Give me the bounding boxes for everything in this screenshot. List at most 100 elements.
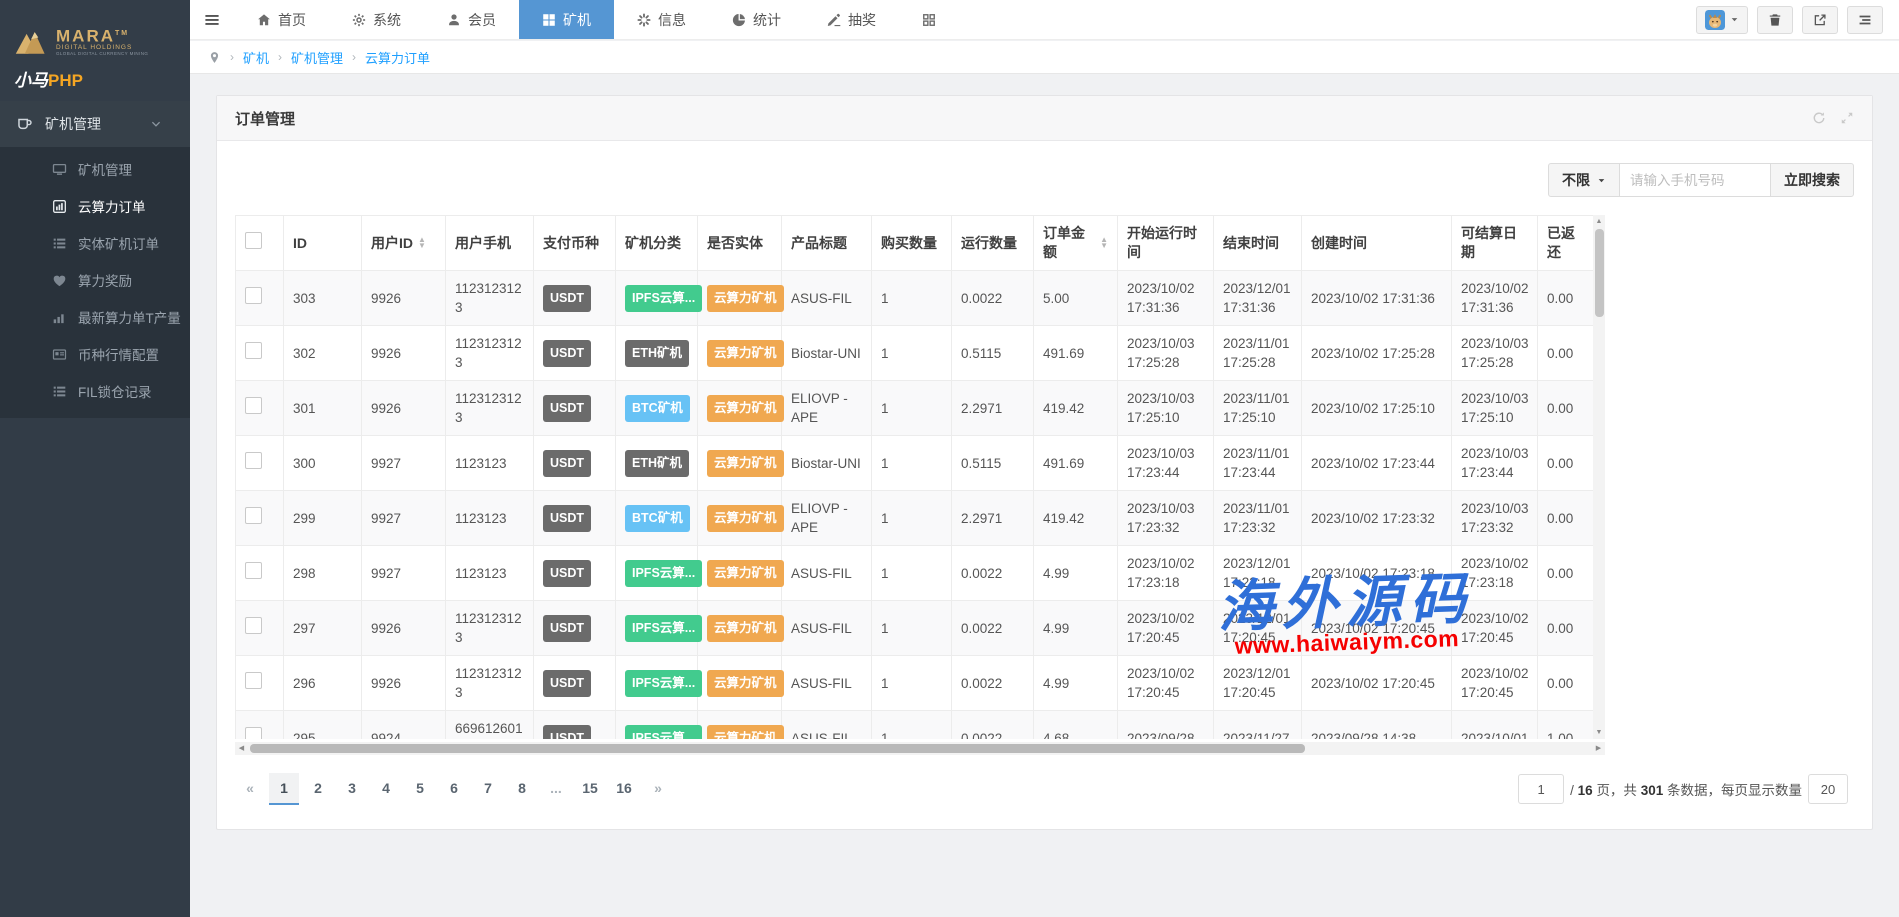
phone-search-input[interactable] — [1619, 163, 1771, 197]
cell-start: 2023/09/28 — [1118, 711, 1214, 740]
log-button[interactable] — [1847, 6, 1883, 34]
total-pages: 16 — [1578, 783, 1593, 798]
row-checkbox[interactable] — [245, 397, 262, 414]
cell-amount: 419.42 — [1034, 381, 1118, 436]
page-button[interactable]: 3 — [337, 773, 367, 805]
scroll-left-arrow[interactable]: ◀ — [235, 742, 248, 755]
category-badge: BTC矿机 — [625, 395, 690, 422]
sidebar: MARATM DIGITAL HOLDINGS GLOBAL DIGITAL C… — [0, 0, 190, 917]
column-label: 用户手机 — [455, 234, 511, 253]
avatar-menu[interactable] — [1696, 6, 1748, 34]
sidebar-submenu: 矿机管理云算力订单实体矿机订单算力奖励最新算力单T产量币种行情配置FIL锁仓记录 — [0, 147, 190, 418]
page-button[interactable]: 1 — [269, 773, 299, 805]
nav-tab-label: 系统 — [373, 10, 401, 30]
cell-settle: 2023/10/02 17:31:36 — [1452, 271, 1538, 326]
scroll-right-arrow[interactable]: ▶ — [1592, 742, 1605, 755]
scroll-down-arrow[interactable]: ▼ — [1593, 726, 1605, 739]
sidebar-item-hash-reward[interactable]: 算力奖励 — [0, 262, 190, 299]
scroll-up-arrow[interactable]: ▲ — [1593, 215, 1605, 228]
cell-phone: 1123123123 — [446, 381, 534, 436]
page-button[interactable]: 5 — [405, 773, 435, 805]
search-button[interactable]: 立即搜索 — [1770, 163, 1854, 197]
cell-product: Biostar-UNI — [782, 436, 872, 491]
sidebar-group-miner-manage[interactable]: 矿机管理 — [0, 101, 190, 147]
tab-apps[interactable] — [899, 0, 959, 39]
sidebar-item-coin-config[interactable]: 币种行情配置 — [0, 336, 190, 373]
breadcrumb-link-miner-manage[interactable]: 矿机管理 — [291, 48, 343, 67]
entity-badge: 云算力矿机 — [707, 670, 784, 697]
vertical-scrollbar[interactable]: ▲ ▼ — [1593, 215, 1605, 739]
cell-settle: 2023/10/03 17:25:28 — [1452, 326, 1538, 381]
card-icon — [52, 347, 67, 362]
prev-page-button[interactable]: « — [235, 773, 265, 805]
row-checkbox[interactable] — [245, 727, 262, 739]
row-checkbox[interactable] — [245, 617, 262, 634]
column-header-amount[interactable]: 订单金额▲▼ — [1034, 216, 1118, 271]
cell-returned: 1.00 — [1538, 711, 1594, 740]
tab-member[interactable]: 会员 — [424, 0, 519, 39]
sidebar-item-fil-lock[interactable]: FIL锁仓记录 — [0, 373, 190, 410]
sort-icon[interactable]: ▲▼ — [418, 237, 426, 249]
table-row: 30299261123123123USDTETH矿机云算力矿机Biostar-U… — [236, 326, 1594, 381]
tab-miner[interactable]: 矿机 — [519, 0, 614, 39]
cell-category: BTC矿机 — [616, 381, 698, 436]
page-button[interactable]: 6 — [439, 773, 469, 805]
cell-category: IPFS云算... — [616, 271, 698, 326]
page-button[interactable]: 15 — [575, 773, 605, 805]
category-badge: ETH矿机 — [625, 340, 689, 367]
row-checkbox[interactable] — [245, 562, 262, 579]
cell-created: 2023/10/02 17:23:32 — [1302, 491, 1452, 546]
row-checkbox[interactable] — [245, 672, 262, 689]
breadcrumb-link-cloud-orders[interactable]: 云算力订单 — [365, 48, 430, 67]
page-button[interactable]: 16 — [609, 773, 639, 805]
cell-entity: 云算力矿机 — [698, 711, 782, 740]
tab-info[interactable]: 信息 — [614, 0, 709, 39]
horizontal-scrollbar[interactable]: ◀ ▶ — [235, 742, 1605, 755]
cell-category: BTC矿机 — [616, 491, 698, 546]
sidebar-item-cloud-orders[interactable]: 云算力订单 — [0, 188, 190, 225]
sort-icon[interactable]: ▲▼ — [1100, 237, 1108, 249]
cell-entity: 云算力矿机 — [698, 271, 782, 326]
expand-icon[interactable] — [1840, 111, 1854, 125]
cell-created: 2023/10/02 17:20:45 — [1302, 656, 1452, 711]
sidebar-item-entity-orders[interactable]: 实体矿机订单 — [0, 225, 190, 262]
row-checkbox[interactable] — [245, 287, 262, 304]
column-header-coin: 支付币种 — [534, 216, 616, 271]
horizontal-scroll-thumb[interactable] — [250, 744, 1305, 753]
column-label: 已返还 — [1547, 224, 1584, 262]
tab-lottery[interactable]: 抽奖 — [804, 0, 899, 39]
sidebar-toggle-button[interactable] — [190, 0, 234, 39]
row-checkbox[interactable] — [245, 342, 262, 359]
page-button[interactable]: 8 — [507, 773, 537, 805]
vertical-scroll-thumb[interactable] — [1595, 229, 1604, 317]
cell-entity: 云算力矿机 — [698, 381, 782, 436]
type-filter-dropdown[interactable]: 不限 — [1548, 163, 1620, 197]
tab-system[interactable]: 系统 — [329, 0, 424, 39]
fullscreen-button[interactable] — [1802, 6, 1838, 34]
sidebar-item-latest-output[interactable]: 最新算力单T产量 — [0, 299, 190, 336]
row-checkbox[interactable] — [245, 452, 262, 469]
row-checkbox[interactable] — [245, 507, 262, 524]
cell-category: ETH矿机 — [616, 436, 698, 491]
page-button[interactable]: 2 — [303, 773, 333, 805]
refresh-icon[interactable] — [1812, 111, 1826, 125]
tab-stats[interactable]: 统计 — [709, 0, 804, 39]
select-all-checkbox[interactable] — [245, 232, 262, 249]
sidebar-item-miner-manage[interactable]: 矿机管理 — [0, 151, 190, 188]
page-button[interactable]: 4 — [371, 773, 401, 805]
cell-created: 2023/10/02 17:20:45 — [1302, 601, 1452, 656]
page-size-input[interactable] — [1808, 774, 1848, 804]
cell-checkbox — [236, 271, 284, 326]
current-page-input[interactable] — [1518, 774, 1564, 804]
table-row: 29899271123123USDTIPFS云算...云算力矿机ASUS-FIL… — [236, 546, 1594, 601]
table-header-row: ID用户ID▲▼用户手机支付币种矿机分类是否实体产品标题购买数量运行数量订单金额… — [236, 216, 1594, 271]
cell-checkbox — [236, 656, 284, 711]
trash-button[interactable] — [1757, 6, 1793, 34]
breadcrumb-link-miner[interactable]: 矿机 — [243, 48, 269, 67]
tab-home[interactable]: 首页 — [234, 0, 329, 39]
next-page-button[interactable]: » — [643, 773, 673, 805]
category-badge: IPFS云算... — [625, 615, 702, 642]
brand-sub: DIGITAL HOLDINGS — [56, 44, 148, 51]
column-header-uid[interactable]: 用户ID▲▼ — [362, 216, 446, 271]
page-button[interactable]: 7 — [473, 773, 503, 805]
